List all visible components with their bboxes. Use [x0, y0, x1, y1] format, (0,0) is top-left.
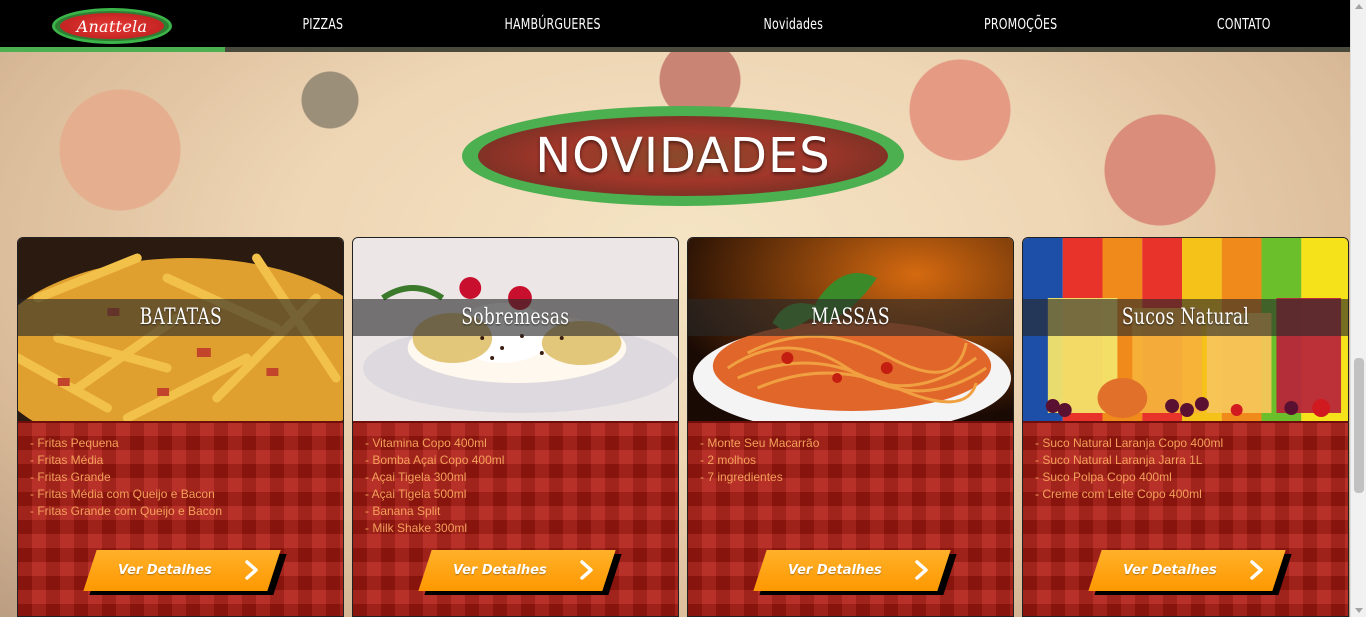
- section-title: NOVIDADES: [535, 128, 831, 184]
- chevron-right-icon: [580, 560, 593, 580]
- nav-item-promocoes[interactable]: PROMOÇÕES: [984, 15, 1057, 33]
- card-massas: MASSAS - Monte Seu Macarrão - 2 molhos -…: [687, 237, 1014, 617]
- card-body: - Monte Seu Macarrão - 2 molhos - 7 ingr…: [688, 421, 1013, 616]
- card-item-list: - Vitamina Copo 400ml - Bomba Açai Copo …: [365, 435, 504, 537]
- button-label: Ver Detalhes: [453, 563, 547, 578]
- list-item: - Monte Seu Macarrão: [700, 436, 820, 450]
- list-item: - Suco Polpa Copo 400ml: [1035, 470, 1172, 484]
- ver-detalhes-button[interactable]: Ver Detalhes: [1088, 550, 1292, 595]
- card-body: - Fritas Pequena - Fritas Média - Fritas…: [18, 421, 343, 616]
- list-item: - Fritas Grande: [30, 470, 111, 484]
- card-item-list: - Suco Natural Laranja Copo 400ml - Suco…: [1035, 435, 1223, 503]
- card-title-bar: MASSAS: [688, 299, 1013, 336]
- card-item-list: - Monte Seu Macarrão - 2 molhos - 7 ingr…: [700, 435, 819, 486]
- list-item: - Banana Split: [365, 504, 441, 518]
- card-sobremesas: Sobremesas - Vitamina Copo 400ml - Bomba…: [352, 237, 679, 617]
- chevron-right-icon: [245, 560, 258, 580]
- list-item: - 2 molhos: [700, 453, 757, 467]
- button-label: Ver Detalhes: [788, 563, 882, 578]
- card-title: BATATAS: [139, 305, 222, 330]
- list-item: - Vitamina Copo 400ml: [365, 436, 487, 450]
- card-title: MASSAS: [811, 305, 890, 330]
- card-title-bar: Sobremesas: [353, 299, 678, 336]
- card-title: Sucos Natural: [1121, 305, 1250, 330]
- scroll-up-icon[interactable]: [1355, 4, 1363, 9]
- ver-detalhes-button[interactable]: Ver Detalhes: [83, 550, 287, 595]
- section-title-inner: NOVIDADES: [478, 116, 888, 196]
- button-label: Ver Detalhes: [118, 563, 212, 578]
- nav-item-novidades[interactable]: Novidades: [764, 15, 824, 33]
- chevron-right-icon: [915, 560, 928, 580]
- logo[interactable]: Anattela: [52, 8, 172, 44]
- ver-detalhes-button[interactable]: Ver Detalhes: [418, 550, 622, 595]
- list-item: - Açai Tigela 500ml: [365, 487, 467, 501]
- card-batatas: BATATAS - Fritas Pequena - Fritas Média …: [17, 237, 344, 617]
- page-scrollbar[interactable]: [1350, 0, 1366, 617]
- list-item: - 7 ingredientes: [700, 470, 783, 484]
- top-navbar: Anattela PIZZAS HAMBÚRGUERES Novidades P…: [0, 0, 1350, 52]
- list-item: - Milk Shake 300ml: [365, 521, 468, 535]
- section-title-badge: NOVIDADES: [462, 106, 904, 206]
- button-label: Ver Detalhes: [1123, 563, 1217, 578]
- chevron-right-icon: [1250, 560, 1263, 580]
- list-item: - Fritas Média: [30, 453, 104, 467]
- scroll-down-icon[interactable]: [1355, 608, 1363, 613]
- card-title-bar: BATATAS: [18, 299, 343, 336]
- card-body: - Suco Natural Laranja Copo 400ml - Suco…: [1023, 421, 1348, 616]
- card-item-list: - Fritas Pequena - Fritas Média - Fritas…: [30, 435, 222, 520]
- nav-item-hamburgueres[interactable]: HAMBÚRGUERES: [504, 15, 600, 33]
- card-title-bar: Sucos Natural: [1023, 299, 1348, 336]
- list-item: - Bomba Açai Copo 400ml: [365, 453, 505, 467]
- nav-underline: [0, 47, 1350, 52]
- nav-active-indicator: [0, 47, 225, 52]
- list-item: - Fritas Pequena: [30, 436, 119, 450]
- card-title: Sobremesas: [461, 305, 570, 330]
- nav-item-contato[interactable]: CONTATO: [1217, 15, 1271, 33]
- list-item: - Creme com Leite Copo 400ml: [1035, 487, 1202, 501]
- logo-text: Anattela: [60, 13, 164, 39]
- list-item: - Suco Natural Laranja Copo 400ml: [1035, 436, 1224, 450]
- list-item: - Suco Natural Laranja Jarra 1L: [1035, 453, 1203, 467]
- card-sucos-natural: Sucos Natural - Suco Natural Laranja Cop…: [1022, 237, 1349, 617]
- nav-item-pizzas[interactable]: PIZZAS: [303, 15, 344, 33]
- ver-detalhes-button[interactable]: Ver Detalhes: [753, 550, 957, 595]
- card-body: - Vitamina Copo 400ml - Bomba Açai Copo …: [353, 421, 678, 616]
- list-item: - Fritas Média com Queijo e Bacon: [30, 487, 215, 501]
- list-item: - Fritas Grande com Queijo e Bacon: [30, 504, 223, 518]
- scrollbar-thumb[interactable]: [1354, 358, 1364, 493]
- list-item: - Açai Tigela 300ml: [365, 470, 467, 484]
- nav-menu: PIZZAS HAMBÚRGUERES Novidades PROMOÇÕES …: [225, 0, 1350, 47]
